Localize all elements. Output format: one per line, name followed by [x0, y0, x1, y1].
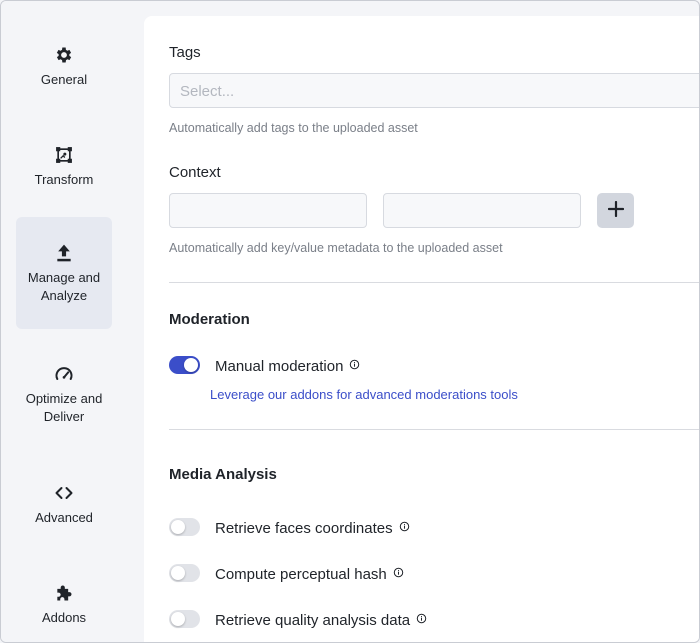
- quality-analysis-label: Retrieve quality analysis data: [215, 612, 411, 629]
- quality-analysis-row: Retrieve quality analysis data: [215, 611, 427, 629]
- gear-icon: [53, 44, 75, 66]
- faces-coordinates-toggle[interactable]: [169, 518, 200, 536]
- tags-label: Tags: [169, 44, 201, 61]
- context-help-text: Automatically add key/value metadata to …: [169, 241, 503, 255]
- sidebar-item-label: Transform: [34, 171, 94, 187]
- tags-help-text: Automatically add tags to the uploaded a…: [169, 121, 418, 135]
- sidebar-item-label: Advanced: [35, 509, 93, 525]
- toggle-knob: [171, 566, 185, 580]
- context-value-input[interactable]: [383, 193, 581, 228]
- sidebar-item-addons[interactable]: Addons: [16, 569, 112, 639]
- faces-coordinates-label: Retrieve faces coordinates: [215, 520, 393, 537]
- sidebar-item-transform[interactable]: Transform: [16, 131, 112, 201]
- media-analysis-title: Media Analysis: [169, 466, 277, 483]
- context-label: Context: [169, 164, 221, 181]
- sidebar-item-label: Optimize and Deliver: [25, 390, 103, 424]
- plus-icon: [607, 200, 624, 220]
- perceptual-hash-toggle[interactable]: [169, 564, 200, 582]
- faces-coordinates-row: Retrieve faces coordinates: [215, 519, 410, 537]
- addons-moderation-link[interactable]: Leverage our addons for advanced moderat…: [210, 387, 518, 402]
- perceptual-hash-label: Compute perceptual hash: [215, 566, 387, 583]
- info-icon[interactable]: [416, 611, 427, 624]
- manual-moderation-toggle[interactable]: [169, 356, 200, 374]
- sidebar-item-general[interactable]: General: [16, 31, 112, 101]
- sidebar-item-advanced[interactable]: Advanced: [16, 469, 112, 539]
- code-icon: [53, 482, 75, 504]
- settings-window: General Transform Manage and Analyze Opt…: [0, 0, 700, 643]
- quality-analysis-toggle[interactable]: [169, 610, 200, 628]
- settings-panel: Tags Select... Automatically add tags to…: [144, 16, 699, 642]
- info-icon[interactable]: [399, 519, 410, 532]
- context-key-input[interactable]: [169, 193, 367, 228]
- sidebar-item-optimize-deliver[interactable]: Optimize and Deliver: [16, 349, 112, 439]
- sidebar-item-label: Manage and Analyze: [27, 269, 101, 303]
- manual-moderation-label: Manual moderation: [215, 358, 344, 375]
- sidebar: General Transform Manage and Analyze Opt…: [1, 1, 128, 642]
- toggle-knob: [171, 520, 185, 534]
- moderation-title: Moderation: [169, 311, 250, 328]
- transform-icon: [53, 144, 75, 166]
- puzzle-icon: [53, 582, 75, 604]
- info-icon[interactable]: [349, 357, 360, 370]
- divider: [169, 282, 699, 283]
- toggle-knob: [171, 612, 185, 626]
- add-context-button[interactable]: [597, 193, 634, 228]
- manual-moderation-row: Manual moderation: [215, 357, 360, 375]
- sidebar-item-label: General: [40, 71, 88, 87]
- upload-icon: [53, 242, 75, 264]
- sidebar-item-manage-analyze[interactable]: Manage and Analyze: [16, 217, 112, 329]
- sidebar-item-label: Addons: [41, 609, 87, 625]
- gauge-icon: [53, 363, 75, 385]
- toggle-knob: [184, 358, 198, 372]
- tags-select[interactable]: Select...: [169, 73, 699, 108]
- divider: [169, 429, 699, 430]
- perceptual-hash-row: Compute perceptual hash: [215, 565, 404, 583]
- info-icon[interactable]: [393, 565, 404, 578]
